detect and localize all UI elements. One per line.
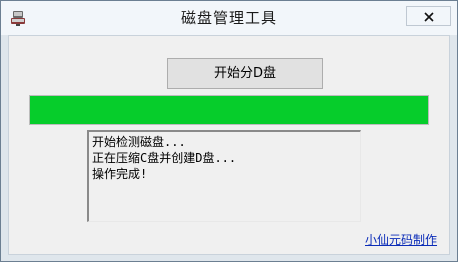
credit-link[interactable]: 小仙元码制作 (365, 231, 437, 248)
app-window: 磁盘管理工具 开始分D盘 开始检测磁盘... 正在压缩C盘并创建D盘... 操作… (0, 0, 458, 262)
progress-bar (29, 95, 429, 125)
log-textbox[interactable]: 开始检测磁盘... 正在压缩C盘并创建D盘... 操作完成! (87, 130, 361, 222)
window-title: 磁盘管理工具 (180, 9, 277, 27)
log-line: 开始检测磁盘... (92, 135, 186, 149)
start-split-d-button[interactable]: 开始分D盘 (167, 58, 323, 89)
title-bar[interactable]: 磁盘管理工具 (1, 1, 457, 35)
client-area: 开始分D盘 开始检测磁盘... 正在压缩C盘并创建D盘... 操作完成! 小仙元… (8, 35, 450, 255)
progress-fill (30, 96, 428, 124)
close-icon (423, 7, 434, 26)
log-line: 正在压缩C盘并创建D盘... (92, 151, 237, 165)
close-button[interactable] (406, 6, 451, 26)
log-line: 操作完成! (92, 167, 148, 181)
